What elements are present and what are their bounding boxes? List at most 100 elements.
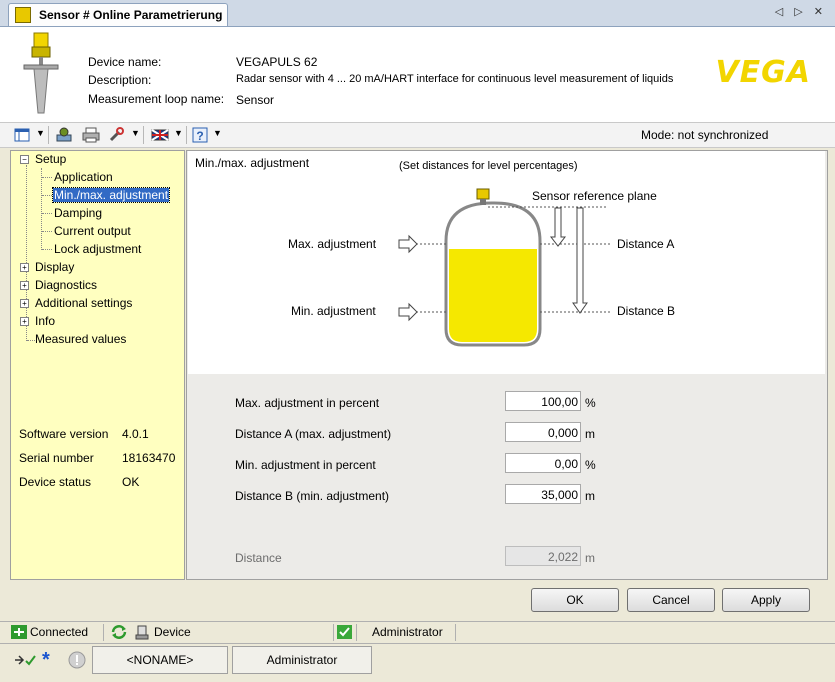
max-percent-unit: % (585, 396, 596, 410)
asterisk-icon: * (42, 649, 50, 671)
min-percent-input[interactable]: 0,00 (505, 453, 581, 473)
device-status-value: OK (122, 475, 140, 489)
user-name-field: Administrator (232, 646, 372, 674)
tree-item-info[interactable]: Info (35, 314, 55, 328)
refresh-icon[interactable] (110, 624, 128, 640)
tank-diagram-graphic (398, 188, 612, 347)
collapse-setup-icon[interactable]: − (20, 155, 29, 164)
connection-status-bar: Connected Device Administrator (0, 621, 835, 643)
navigation-tree-pane: − Setup Application Min./max. adjustment… (10, 150, 185, 580)
toolbar-separator (143, 126, 144, 144)
max-percent-label: Max. adjustment in percent (235, 396, 380, 410)
tree-line (42, 177, 52, 178)
software-version-label: Software version (19, 427, 109, 441)
distance-b-field-label: Distance B (min. adjustment) (235, 489, 390, 503)
tab-title: Sensor # Online Parametrierung (39, 8, 223, 22)
distance-a-field-label: Distance A (max. adjustment) (235, 427, 392, 441)
expand-diagnostics-icon[interactable]: + (20, 281, 29, 290)
loop-name-value: Sensor (236, 93, 275, 107)
tree-item-additional-settings[interactable]: Additional settings (35, 296, 132, 310)
sensor-head-icon (476, 188, 490, 200)
tab-sensor-online-parametrierung[interactable]: Sensor # Online Parametrierung (8, 3, 228, 26)
device-status-text: Device (154, 625, 191, 639)
expand-info-icon[interactable]: + (20, 317, 29, 326)
tree-item-min-max-adjustment[interactable]: Min./max. adjustment (51, 187, 171, 203)
view-dropdown-caret-icon[interactable]: ▼ (36, 128, 45, 138)
cancel-button[interactable]: Cancel (627, 588, 715, 612)
min-percent-unit: % (585, 458, 596, 472)
distance-a-arrow-icon (549, 207, 567, 247)
ok-button[interactable]: OK (531, 588, 619, 612)
tree-item-damping[interactable]: Damping (54, 206, 102, 220)
help-dropdown-caret-icon[interactable]: ▼ (213, 128, 222, 138)
tree-item-current-output[interactable]: Current output (54, 224, 131, 238)
device-icon[interactable] (55, 127, 73, 143)
distance-readonly-field: 2,022 (505, 546, 581, 566)
view-icon[interactable] (14, 127, 30, 143)
tree-line (42, 231, 52, 232)
tree-line (42, 249, 52, 250)
device-status-label: Device status (19, 475, 92, 489)
connection-check-icon (15, 655, 36, 666)
device-status-icon (135, 625, 149, 640)
print-icon[interactable] (82, 127, 100, 143)
tree-line (27, 340, 35, 341)
tree-item-diagnostics[interactable]: Diagnostics (35, 278, 97, 292)
device-name-value: VEGAPULS 62 (236, 55, 318, 69)
tree-line (41, 168, 42, 250)
help-icon[interactable]: ? (192, 127, 208, 143)
user-role-text: Administrator (372, 625, 443, 639)
serial-number-value: 18163470 (122, 451, 176, 465)
device-header: Device name: VEGAPULS 62 Description: Ra… (0, 27, 835, 123)
tab-bar: Sensor # Online Parametrierung ◁ ▷ ✕ (0, 0, 835, 27)
distance-a-unit: m (585, 427, 595, 441)
distance-b-input[interactable]: 35,000 (505, 484, 581, 504)
toolbar-separator (48, 126, 49, 144)
tab-navigation-arrows[interactable]: ◁ ▷ ✕ (775, 5, 827, 18)
device-tab-icon (15, 7, 31, 23)
tree-item-setup[interactable]: Setup (35, 152, 66, 166)
min-percent-label: Min. adjustment in percent (235, 458, 376, 472)
tree-item-measured-values[interactable]: Measured values (35, 332, 126, 346)
expand-additional-settings-icon[interactable]: + (20, 299, 29, 308)
adjustment-diagram: Min./max. adjustment (Set distances for … (188, 151, 825, 374)
connected-status-text: Connected (30, 625, 89, 639)
device-name-label: Device name: (88, 55, 162, 69)
tree-item-application[interactable]: Application (54, 170, 113, 184)
distance-unit: m (585, 551, 595, 565)
svg-text:?: ? (196, 129, 203, 143)
apply-button[interactable]: Apply (722, 588, 810, 612)
sensor-device-image (23, 32, 59, 114)
distance-a-input[interactable]: 0,000 (505, 422, 581, 442)
tree-line (42, 213, 52, 214)
toolbar-separator (186, 126, 187, 144)
min-adjustment-arrow-icon (398, 302, 418, 322)
sync-mode-status: Mode: not synchronized (641, 128, 769, 142)
software-version-value: 4.0.1 (122, 427, 149, 441)
sensor-antenna (480, 199, 486, 205)
project-name-field: <NONAME> (92, 646, 228, 674)
tree-line (26, 165, 27, 341)
tree-item-display[interactable]: Display (35, 260, 74, 274)
max-percent-input[interactable]: 100,00 (505, 391, 581, 411)
tools-icon[interactable] (108, 127, 126, 143)
tree-line (42, 195, 52, 196)
connected-icon (11, 625, 27, 639)
serial-number-label: Serial number (19, 451, 94, 465)
language-flag-icon[interactable] (151, 127, 169, 143)
expand-display-icon[interactable]: + (20, 263, 29, 272)
info-disabled-icon (68, 651, 86, 669)
checkmark-icon (337, 625, 352, 639)
tank-liquid (449, 249, 537, 342)
toolbar: ▼ ▼ ▼ ? ▼ Mode: not synchronized (0, 123, 835, 148)
distance-label: Distance (235, 551, 282, 565)
description-label: Description: (88, 73, 152, 87)
distance-b-unit: m (585, 489, 595, 503)
user-status-bar: * <NONAME> Administrator (0, 643, 835, 682)
max-adjustment-arrow-icon (398, 234, 418, 254)
vega-logo: VEGA (715, 55, 811, 90)
tools-dropdown-caret-icon[interactable]: ▼ (131, 128, 140, 138)
tree-item-lock-adjustment[interactable]: Lock adjustment (54, 242, 141, 256)
description-value: Radar sensor with 4 ... 20 mA/HART inter… (236, 73, 674, 85)
language-dropdown-caret-icon[interactable]: ▼ (174, 128, 183, 138)
